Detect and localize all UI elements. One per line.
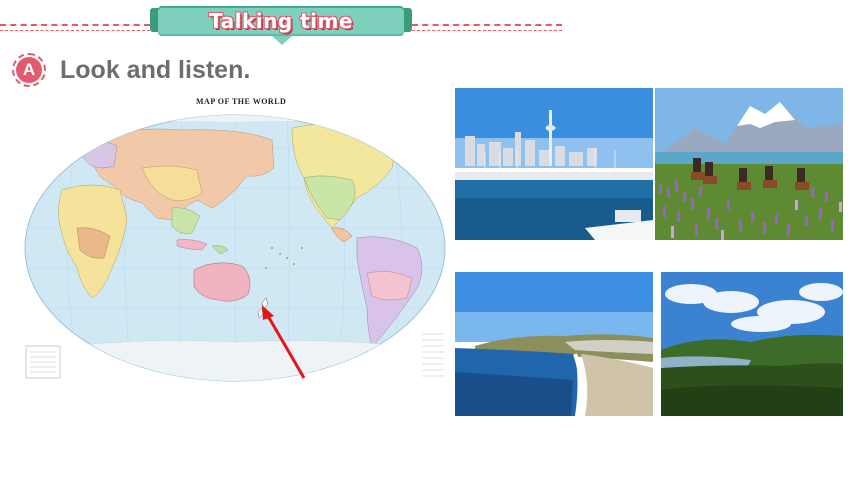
map-australia (193, 262, 251, 302)
section-title: Look and listen. (60, 56, 251, 84)
header-dash-left-thin (0, 30, 150, 31)
header-banner: Talking time (158, 6, 404, 36)
map-index (420, 330, 448, 380)
banner-title: Talking time (209, 9, 353, 33)
auckland-harbour-photo (455, 88, 653, 240)
header-dash-right (412, 24, 562, 26)
map-antarctica (25, 340, 445, 381)
map-caption: MAP OF THE WORLD (196, 97, 287, 106)
lupin-field-horse-riders-photo (655, 88, 843, 240)
coastal-beach-photo (455, 272, 653, 416)
section-badge-letter: A (16, 57, 42, 83)
section-badge: A (12, 53, 46, 87)
header-dash-left (0, 24, 150, 26)
banner-notch (272, 36, 292, 45)
forest-hills-lake-photo (661, 272, 843, 416)
world-map (22, 108, 452, 383)
header-dash-right-thin (412, 30, 562, 31)
